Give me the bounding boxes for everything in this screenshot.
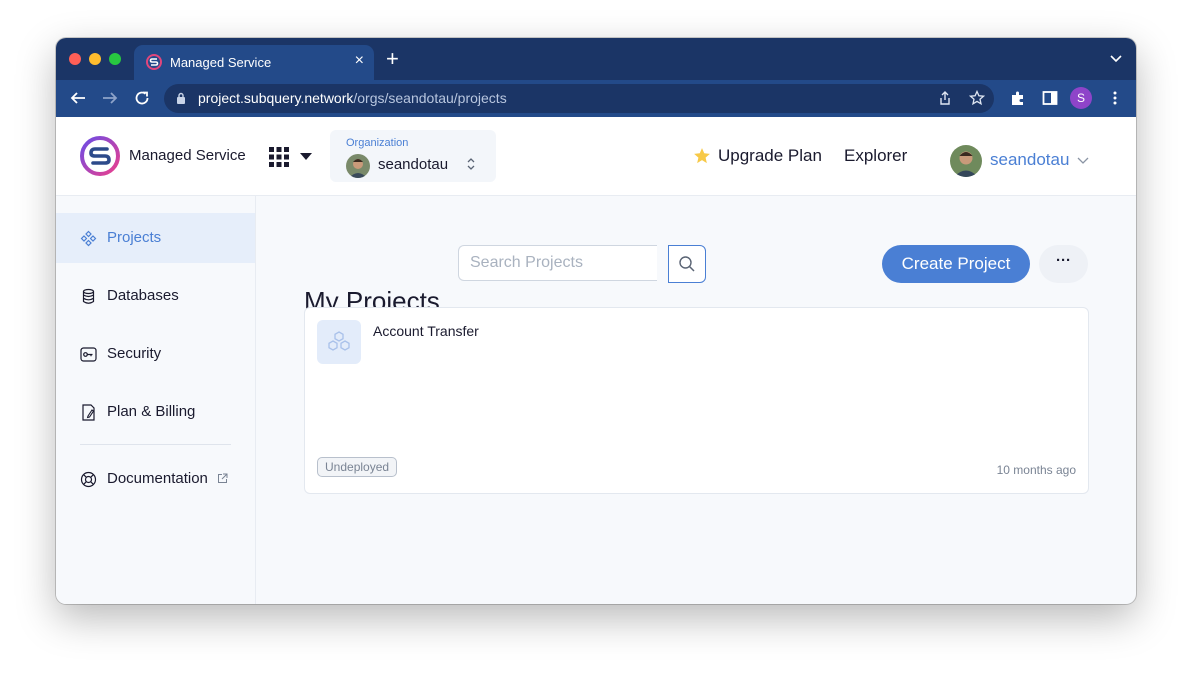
project-name[interactable]: Account Transfer bbox=[373, 323, 479, 339]
sidebar-item-label: Security bbox=[107, 345, 162, 362]
sidebar-item-label: Documentation bbox=[107, 470, 208, 487]
user-avatar[interactable] bbox=[950, 145, 982, 177]
bookmark-star-icon[interactable] bbox=[969, 90, 985, 106]
brand-name[interactable]: Managed Service bbox=[129, 147, 246, 164]
sidebar-item-databases[interactable]: Databases bbox=[56, 271, 255, 321]
back-arrow-icon[interactable] bbox=[69, 89, 87, 107]
projects-icon bbox=[80, 230, 97, 247]
project-card[interactable]: Account Transfer Undeployed 10 months ag… bbox=[304, 307, 1089, 494]
subquery-logo-icon[interactable] bbox=[80, 136, 120, 176]
chevron-up-down-icon bbox=[467, 158, 475, 170]
external-link-icon bbox=[218, 473, 228, 483]
sidebar-item-plan-billing[interactable]: Plan & Billing bbox=[56, 387, 255, 437]
extensions-puzzle-icon[interactable] bbox=[1010, 90, 1026, 106]
organization-label: Organization bbox=[346, 137, 409, 149]
create-project-button[interactable]: Create Project bbox=[882, 245, 1030, 283]
search-projects-input[interactable] bbox=[458, 245, 657, 281]
share-icon[interactable] bbox=[937, 90, 953, 106]
explorer-link[interactable]: Explorer bbox=[844, 146, 907, 166]
search-icon bbox=[679, 256, 695, 272]
project-updated-time: 10 months ago bbox=[996, 463, 1076, 477]
status-badge: Undeployed bbox=[317, 457, 398, 477]
star-icon bbox=[694, 148, 710, 164]
sidebar-item-label: Databases bbox=[107, 287, 179, 304]
tab-search-chevron-icon[interactable] bbox=[1110, 55, 1122, 63]
sidebar-item-label: Projects bbox=[107, 229, 162, 246]
lock-icon bbox=[177, 92, 185, 104]
user-menu-name[interactable]: seandotau bbox=[990, 150, 1069, 170]
more-options-button[interactable]: ··· bbox=[1039, 245, 1088, 283]
database-icon bbox=[82, 288, 95, 304]
sidebar-item-projects[interactable]: Projects bbox=[56, 213, 255, 263]
lifebuoy-icon bbox=[80, 471, 97, 488]
url-text: project.subquery.network/orgs/seandotau/… bbox=[198, 90, 507, 106]
sidebar-item-security[interactable]: Security bbox=[56, 329, 255, 379]
tab-close-icon[interactable]: × bbox=[355, 52, 364, 70]
maximize-window-button[interactable] bbox=[109, 53, 121, 65]
close-window-button[interactable] bbox=[69, 53, 81, 65]
url-host: project.subquery.network bbox=[198, 90, 354, 106]
browser-tab-bar: Managed Service × + bbox=[56, 38, 1136, 80]
reload-icon[interactable] bbox=[133, 89, 151, 107]
minimize-window-button[interactable] bbox=[89, 53, 101, 65]
sidebar-divider bbox=[80, 444, 231, 445]
search-button[interactable] bbox=[668, 245, 706, 283]
browser-tab[interactable]: Managed Service × bbox=[134, 45, 374, 80]
billing-icon bbox=[82, 404, 95, 421]
sidebar: Projects Databases Security Plan & Billi… bbox=[56, 196, 256, 604]
tab-title: Managed Service bbox=[170, 55, 272, 70]
key-icon bbox=[80, 347, 97, 362]
url-path: /orgs/seandotau/projects bbox=[353, 90, 507, 106]
browser-profile-avatar[interactable]: S bbox=[1070, 87, 1092, 109]
sidebar-item-label: Plan & Billing bbox=[107, 403, 196, 420]
browser-menu-kebab-icon[interactable] bbox=[1107, 90, 1123, 106]
subquery-favicon-icon bbox=[146, 54, 162, 70]
chevron-down-icon[interactable] bbox=[1077, 157, 1089, 165]
browser-window: Managed Service × + project.subquery.net… bbox=[56, 38, 1136, 604]
caret-down-icon[interactable] bbox=[300, 153, 312, 161]
organization-name: seandotau bbox=[378, 156, 449, 173]
apps-grid-icon[interactable] bbox=[269, 147, 289, 167]
project-thumbnail bbox=[317, 320, 361, 364]
new-tab-icon[interactable]: + bbox=[386, 48, 399, 70]
sidebar-item-documentation[interactable]: Documentation bbox=[56, 454, 255, 504]
side-panel-icon[interactable] bbox=[1042, 90, 1058, 106]
address-bar[interactable]: project.subquery.network/orgs/seandotau/… bbox=[164, 84, 994, 113]
organization-selector[interactable]: Organization seandotau bbox=[330, 130, 496, 182]
app-header: Managed Service Organization seandotau U… bbox=[56, 117, 1136, 196]
org-avatar bbox=[346, 154, 370, 178]
browser-toolbar: project.subquery.network/orgs/seandotau/… bbox=[56, 80, 1136, 117]
forward-arrow-icon[interactable] bbox=[101, 89, 119, 107]
upgrade-plan-link[interactable]: Upgrade Plan bbox=[718, 146, 822, 166]
project-logo-icon bbox=[328, 331, 350, 351]
